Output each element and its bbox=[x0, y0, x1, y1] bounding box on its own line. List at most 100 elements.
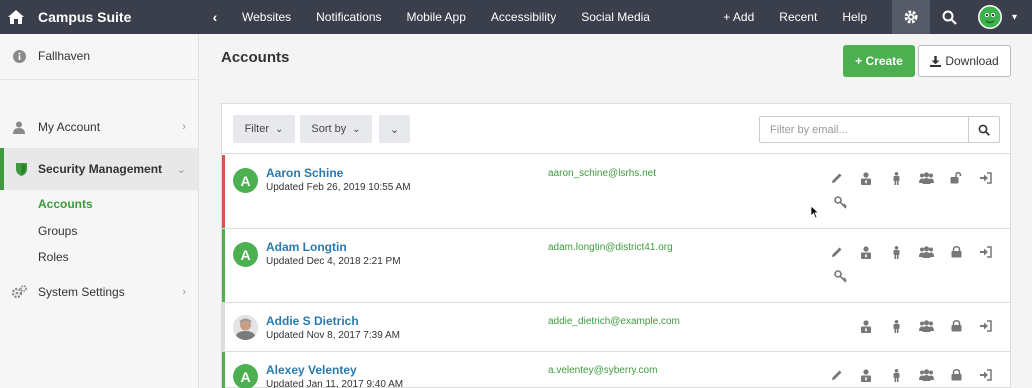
lock-icon[interactable] bbox=[948, 318, 964, 334]
group-icon[interactable] bbox=[918, 367, 934, 383]
account-updated: Updated Nov 8, 2017 7:39 AM bbox=[266, 330, 400, 341]
top-navigation-bar: Campus Suite ‹ Websites Notifications Mo… bbox=[0, 0, 1032, 34]
sidebar-item-label: Security Management bbox=[38, 162, 163, 176]
user-lock-icon[interactable] bbox=[858, 318, 874, 334]
pencil-icon[interactable] bbox=[829, 367, 845, 383]
nav-notifications[interactable]: Notifications bbox=[316, 10, 381, 24]
group-icon[interactable] bbox=[918, 318, 934, 334]
nav-websites[interactable]: Websites bbox=[242, 10, 291, 24]
chevron-left-icon[interactable]: ‹ bbox=[198, 9, 232, 25]
table-row[interactable]: A Alexey Velentey Updated Jan 11, 2017 9… bbox=[222, 352, 1010, 388]
group-icon[interactable] bbox=[918, 170, 934, 186]
sidebar-subitem-roles[interactable]: Roles bbox=[38, 250, 69, 264]
sidebar-item-my-account[interactable]: My Account › bbox=[0, 114, 198, 140]
sidebar: Fallhaven My Account › Security Manageme… bbox=[0, 34, 199, 388]
account-email[interactable]: aaron_schine@lsrhs.net bbox=[548, 168, 656, 179]
chevron-down-icon: ⌄ bbox=[275, 123, 284, 135]
account-updated: Updated Jan 11, 2017 9:40 AM bbox=[266, 379, 404, 388]
mouse-cursor-icon bbox=[807, 204, 823, 220]
more-options-button[interactable]: ⌄ bbox=[379, 115, 410, 143]
avatar: A bbox=[233, 168, 258, 193]
sidebar-subitem-groups[interactable]: Groups bbox=[38, 224, 77, 238]
account-name[interactable]: Aaron Schine bbox=[266, 166, 343, 180]
nav-social-media[interactable]: Social Media bbox=[581, 10, 650, 24]
account-email[interactable]: addie_dietrich@example.com bbox=[548, 316, 680, 327]
user-avatar[interactable] bbox=[968, 0, 1012, 34]
table-row[interactable]: A Adam Longtin Updated Dec 4, 2018 2:21 … bbox=[222, 229, 1010, 303]
accounts-panel: Filter ⌄ Sort by ⌄ ⌄ Filter by email... … bbox=[221, 103, 1011, 388]
lock-icon[interactable] bbox=[948, 367, 964, 383]
status-indicator bbox=[222, 155, 225, 228]
key-icon[interactable] bbox=[832, 268, 848, 284]
nav-mobile-app[interactable]: Mobile App bbox=[407, 10, 466, 24]
pencil-icon[interactable] bbox=[829, 170, 845, 186]
page-title: Accounts bbox=[221, 49, 290, 66]
person-icon[interactable] bbox=[888, 367, 904, 383]
home-icon[interactable] bbox=[0, 0, 32, 34]
account-name[interactable]: Alexey Velentey bbox=[266, 363, 357, 377]
download-button[interactable]: Download bbox=[918, 45, 1011, 77]
email-search-button[interactable] bbox=[968, 116, 1000, 143]
person-icon[interactable] bbox=[888, 244, 904, 260]
create-button[interactable]: + Create bbox=[843, 45, 915, 77]
sign-in-icon[interactable] bbox=[977, 170, 993, 186]
sort-label: Sort by bbox=[311, 123, 347, 135]
search-icon[interactable] bbox=[930, 0, 968, 34]
status-indicator bbox=[222, 303, 225, 351]
account-email[interactable]: a.velentey@syberry.com bbox=[548, 365, 657, 376]
table-row[interactable]: A Aaron Schine Updated Feb 26, 2019 10:5… bbox=[222, 155, 1010, 229]
app-brand[interactable]: Campus Suite bbox=[32, 9, 198, 25]
search-icon bbox=[978, 124, 990, 136]
account-updated: Updated Feb 26, 2019 10:55 AM bbox=[266, 182, 411, 193]
sort-dropdown[interactable]: Sort by ⌄ bbox=[300, 115, 372, 143]
chevron-down-icon: ⌄ bbox=[176, 163, 186, 176]
avatar: A bbox=[233, 364, 258, 388]
add-link[interactable]: + Add bbox=[723, 10, 754, 24]
nav-accessibility[interactable]: Accessibility bbox=[491, 10, 556, 24]
chevron-right-icon: › bbox=[182, 121, 186, 133]
sign-in-icon[interactable] bbox=[977, 318, 993, 334]
divider bbox=[0, 79, 198, 80]
key-icon[interactable] bbox=[832, 194, 848, 210]
table-row[interactable]: Addie S Dietrich Updated Nov 8, 2017 7:3… bbox=[222, 303, 1010, 352]
sign-in-icon[interactable] bbox=[977, 367, 993, 383]
unlock-icon[interactable] bbox=[948, 170, 964, 186]
gears-icon bbox=[0, 285, 38, 299]
account-name[interactable]: Adam Longtin bbox=[266, 240, 347, 254]
account-updated: Updated Dec 4, 2018 2:21 PM bbox=[266, 256, 401, 267]
user-lock-icon[interactable] bbox=[858, 244, 874, 260]
sidebar-item-label: My Account bbox=[38, 120, 101, 134]
chevron-down-icon: ⌄ bbox=[352, 123, 361, 135]
recent-link[interactable]: Recent bbox=[779, 10, 817, 24]
chevron-down-icon[interactable]: ▾ bbox=[1012, 12, 1032, 23]
account-name[interactable]: Addie S Dietrich bbox=[266, 314, 359, 328]
user-icon bbox=[0, 121, 38, 134]
filter-dropdown[interactable]: Filter ⌄ bbox=[233, 115, 295, 143]
sidebar-item-security-management[interactable]: Security Management ⌄ bbox=[0, 148, 198, 190]
pencil-icon[interactable] bbox=[829, 244, 845, 260]
info-icon bbox=[0, 49, 38, 63]
avatar bbox=[233, 315, 258, 340]
email-filter-input[interactable]: Filter by email... bbox=[759, 116, 969, 143]
sidebar-item-system-settings[interactable]: System Settings › bbox=[0, 279, 198, 305]
status-indicator bbox=[222, 229, 225, 302]
gear-icon[interactable] bbox=[892, 0, 930, 34]
person-icon[interactable] bbox=[888, 170, 904, 186]
sign-in-icon[interactable] bbox=[977, 244, 993, 260]
filter-label: Filter bbox=[244, 123, 270, 135]
user-lock-icon[interactable] bbox=[858, 367, 874, 383]
status-indicator bbox=[222, 352, 225, 388]
account-email[interactable]: adam.longtin@district41.org bbox=[548, 242, 673, 253]
lock-icon[interactable] bbox=[948, 244, 964, 260]
user-lock-icon[interactable] bbox=[858, 170, 874, 186]
sidebar-item-school[interactable]: Fallhaven bbox=[0, 42, 198, 70]
sidebar-subitem-accounts[interactable]: Accounts bbox=[38, 197, 93, 211]
sidebar-item-label: System Settings bbox=[38, 285, 125, 299]
shield-icon bbox=[4, 162, 38, 176]
chevron-down-icon: ⌄ bbox=[389, 123, 400, 136]
list-toolbar: Filter ⌄ Sort by ⌄ ⌄ Filter by email... bbox=[222, 104, 1010, 154]
person-icon[interactable] bbox=[888, 318, 904, 334]
group-icon[interactable] bbox=[918, 244, 934, 260]
sidebar-item-label: Fallhaven bbox=[38, 49, 91, 63]
help-link[interactable]: Help bbox=[842, 10, 867, 24]
